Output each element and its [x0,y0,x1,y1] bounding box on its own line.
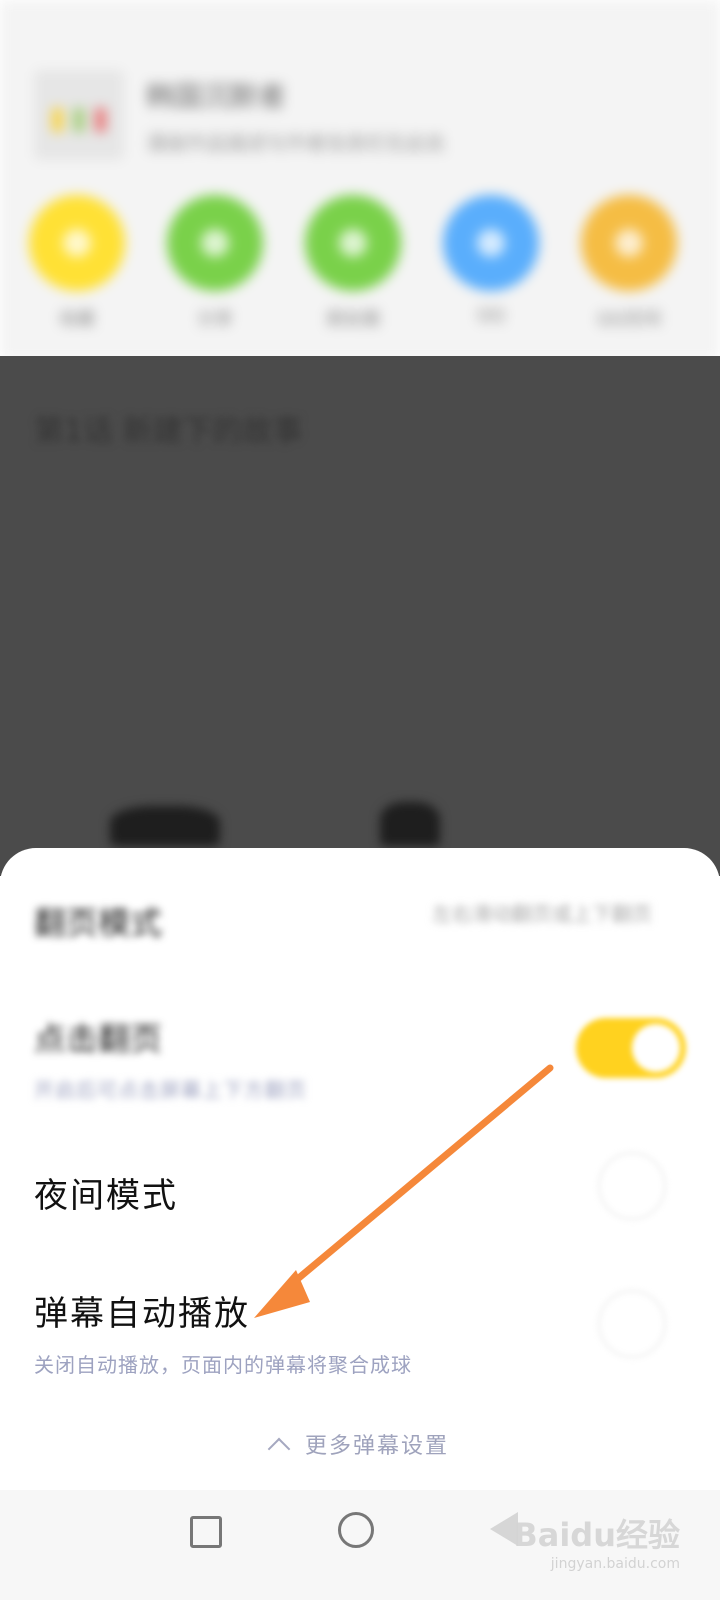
qzone-icon [581,195,677,291]
action-label: 收藏 [59,309,95,330]
action-share[interactable]: 分享 [160,195,270,331]
tap-page-row: 点击翻页 开启后可点击屏幕上下方翻页 [34,1014,686,1103]
action-label: 朋友圈 [326,309,380,330]
action-moments[interactable]: 朋友圈 [298,195,408,331]
chevron-up-icon [267,1437,291,1461]
action-collect[interactable]: 收藏 [22,195,132,331]
tap-page-toggle[interactable] [576,1018,686,1078]
night-mode-label: 夜间模式 [34,1176,178,1216]
action-qq[interactable]: QQ [436,195,546,326]
moments-icon [305,195,401,291]
night-mode-toggle[interactable] [598,1152,666,1220]
comic-content-area: 第1话 新建下的故事 [0,356,720,876]
read-mode-row[interactable]: 翻页模式 左右滑动翻页或上下翻页 [34,898,686,944]
night-mode-row: 夜间模式 [34,1152,686,1220]
share-icon [167,195,263,291]
comic-header: 韩国沉默者 漫画作品描述与作者信息栏在此处 [34,70,446,160]
recents-button[interactable] [190,1516,222,1548]
settings-sheet: 翻页模式 左右滑动翻页或上下翻页 点击翻页 开启后可点击屏幕上下方翻页 夜间模式… [0,848,720,1488]
action-qzone[interactable]: QQ空间 [574,195,684,331]
comic-thumbnail [34,70,124,160]
action-label: QQ空间 [596,309,662,330]
comic-subtitle: 漫画作品描述与作者信息栏在此处 [146,130,446,155]
comic-title: 韩国沉默者 [146,79,287,113]
quick-actions: 收藏 分享 朋友圈 QQ QQ空间 [0,195,720,335]
danmaku-autoplay-description: 关闭自动播放，页面内的弹幕将聚合成球 [34,1353,412,1377]
comic-image [110,806,220,846]
watermark-url: jingyan.baidu.com [550,1556,680,1572]
watermark-brand: Baidu经验 [513,1516,680,1554]
danmaku-autoplay-row: 弹幕自动播放 关闭自动播放，页面内的弹幕将聚合成球 [34,1286,686,1378]
action-label: QQ [476,305,506,326]
more-danmaku-settings[interactable]: 更多弹幕设置 [0,1428,720,1461]
more-settings-label: 更多弹幕设置 [304,1434,449,1459]
baidu-watermark: Baidu经验 jingyan.baidu.com [513,1510,680,1572]
qq-icon [443,195,539,291]
star-icon [29,195,125,291]
danmaku-autoplay-toggle[interactable] [598,1290,666,1358]
comic-image [380,802,440,846]
read-mode-value: 左右滑动翻页或上下翻页 [432,902,652,926]
home-button[interactable] [338,1512,374,1548]
action-label: 分享 [197,309,233,330]
danmaku-autoplay-label: 弹幕自动播放 [34,1294,250,1334]
tap-page-description: 开启后可点击屏幕上下方翻页 [34,1078,307,1102]
background-page-top: 韩国沉默者 漫画作品描述与作者信息栏在此处 收藏 分享 朋友圈 QQ QQ空间 [0,0,720,360]
chapter-title: 第1话 新建下的故事 [34,414,303,449]
